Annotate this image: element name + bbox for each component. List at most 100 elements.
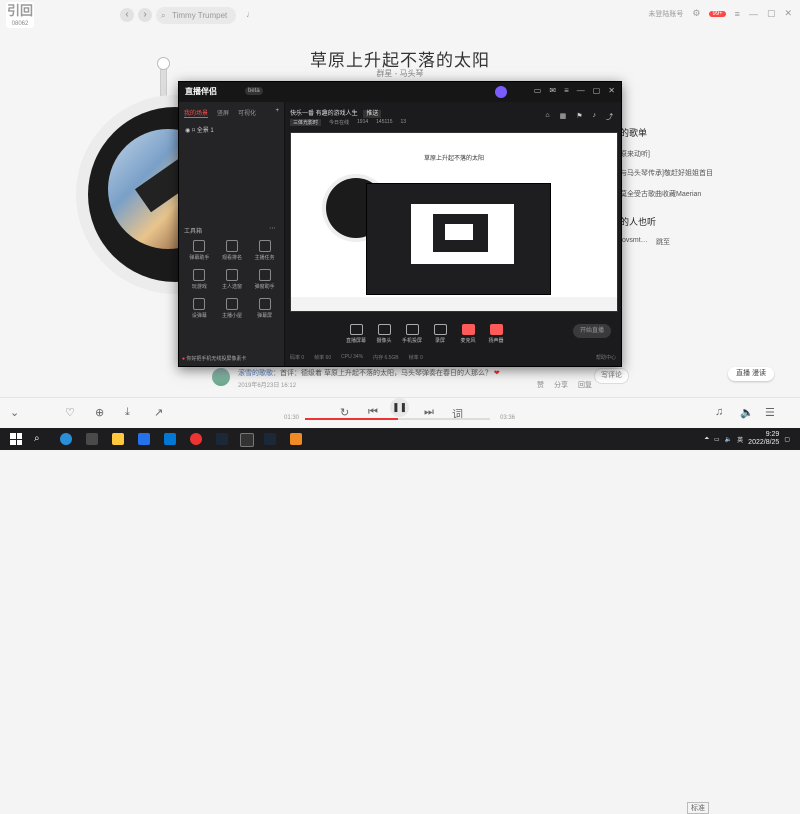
collapse-icon[interactable]: ⌄	[10, 406, 19, 419]
netease-music-icon[interactable]	[190, 433, 202, 445]
tool-icon	[193, 240, 206, 252]
toolbar-item[interactable]: 扬声器	[482, 324, 510, 344]
tab-my-scenes[interactable]: 我的场景	[184, 108, 209, 118]
pause-button[interactable]: ❚❚	[390, 398, 409, 417]
comment-text: 滚雪的歌歌：首评：德级着 草原上升起不落的太阳，马头琴弹奏在春日的人那么？ ❤	[238, 368, 618, 378]
write-comment-button[interactable]: 写评论	[594, 368, 629, 384]
network-icon[interactable]: ▭	[714, 436, 720, 443]
volume-icon[interactable]: 🔈	[725, 436, 732, 443]
notification-icon[interactable]: ▢	[784, 436, 790, 443]
forward-arrow-icon[interactable]: ›	[138, 8, 152, 22]
screen-icon[interactable]: ▭	[534, 86, 542, 95]
task-view-icon[interactable]	[86, 433, 98, 445]
bell-icon[interactable]: ♪	[593, 112, 597, 122]
folder-icon[interactable]	[112, 433, 124, 445]
toolbar-item[interactable]: 麦克风	[454, 324, 482, 344]
channel-tag[interactable]: 推送	[363, 110, 382, 118]
scene-item[interactable]: ◉ ⌑ 全景 1	[179, 121, 284, 138]
lock-icon[interactable]: ⌑	[192, 128, 195, 134]
tool-item[interactable]: 主播小屋	[216, 298, 249, 319]
toolbar-item[interactable]: 手机投屏	[398, 324, 426, 344]
edge-icon[interactable]	[60, 433, 72, 445]
share-icon[interactable]: ⤴	[606, 112, 613, 122]
toolbar-item[interactable]: 摄像头	[370, 324, 398, 344]
start-button[interactable]	[10, 433, 22, 445]
playlist-icon[interactable]: ☰	[765, 406, 775, 419]
effects-icon[interactable]: ♫	[715, 406, 723, 418]
grid-icon[interactable]: ▦	[560, 112, 567, 122]
message-badge[interactable]: 99+	[709, 10, 726, 17]
menu-icon[interactable]: ≡	[735, 9, 740, 19]
tool-item[interactable]: 主人选窗	[216, 269, 249, 290]
toolbar-item[interactable]: 录屏	[426, 324, 454, 344]
tray-icon[interactable]: ⏶	[704, 436, 709, 443]
tool-item[interactable]: 弹幕屏	[248, 298, 281, 319]
listener-item[interactable]: 跳至	[656, 237, 670, 247]
playlist-item[interactable]: 原来动听]	[620, 149, 650, 159]
tool-item[interactable]: 设弹幕	[183, 298, 216, 319]
listener-item[interactable]: ovsmt…	[622, 237, 648, 244]
eye-icon[interactable]: ◉	[185, 128, 190, 134]
download-icon[interactable]: ⤓	[125, 406, 130, 419]
toolbar-item[interactable]: 直播屏幕	[342, 324, 370, 344]
help-link[interactable]: 帮助中心	[596, 354, 616, 361]
app-logo[interactable]: 引回 08062	[6, 2, 34, 28]
reply-button[interactable]: 回复	[578, 380, 592, 390]
steam-icon[interactable]	[264, 433, 276, 445]
share-button[interactable]: 分享	[554, 380, 568, 390]
add-to-playlist-icon[interactable]: ⊕	[95, 406, 104, 419]
tool-item[interactable]: 主播任务	[248, 240, 281, 261]
tool-item[interactable]: 玩游戏	[183, 269, 216, 290]
avatar[interactable]	[495, 86, 507, 98]
shop-icon[interactable]: ⌂	[545, 112, 549, 122]
input-language[interactable]: 英	[737, 435, 743, 444]
quality-button[interactable]: 标准	[687, 802, 709, 814]
live-companion-icon[interactable]	[290, 433, 302, 445]
tab-visual[interactable]: 可视化	[238, 108, 256, 118]
clock[interactable]: 9:29 2022/8/25	[748, 431, 779, 447]
search-icon[interactable]: ⌕	[34, 433, 46, 445]
tools-more-icon[interactable]: ⋯	[269, 224, 276, 232]
tool-item[interactable]: 弹幕助手	[183, 240, 216, 261]
live-pill-button[interactable]: 直播 漫读	[728, 367, 774, 381]
steam-icon[interactable]	[216, 433, 228, 445]
mail-icon[interactable]	[138, 433, 150, 445]
speaker-icon	[489, 324, 503, 335]
flag-icon[interactable]: ⚑	[576, 112, 582, 122]
stream-preview[interactable]: 草原上升起不落的太阳	[290, 132, 618, 312]
playlist-item[interactable]: 莫全受古歌曲收藏Maerian	[620, 189, 701, 199]
stats-pill[interactable]: 三体光影时	[290, 119, 322, 126]
comment-user[interactable]: 滚雪的歌歌	[238, 370, 273, 377]
tab-portrait[interactable]: 竖屏	[217, 108, 229, 118]
store-icon[interactable]	[164, 433, 176, 445]
close-icon[interactable]: ✕	[608, 86, 615, 95]
voice-search-icon[interactable]: ♩	[246, 9, 255, 19]
tool-label: 主播任务	[254, 255, 275, 261]
playlist-item[interactable]: 与马头琴传承]敬赶好姐姐首目	[620, 168, 713, 178]
back-arrow-icon[interactable]: ‹	[120, 8, 134, 22]
close-icon[interactable]: ✕	[784, 8, 792, 19]
bottom-tip[interactable]: ● 你好把手机无线投屏像素卡	[182, 355, 246, 362]
heart-outline-icon[interactable]: ♡	[65, 406, 75, 419]
add-scene-icon[interactable]: +	[275, 108, 279, 118]
tool-item[interactable]: 弹窗助手	[248, 269, 281, 290]
tool-item[interactable]: 观看排名	[216, 240, 249, 261]
avatar[interactable]	[212, 368, 230, 386]
minimize-icon[interactable]: —	[749, 9, 758, 19]
maximize-icon[interactable]: ▢	[593, 86, 601, 95]
gear-icon[interactable]: ⚙	[692, 8, 700, 19]
menu-icon[interactable]: ≡	[564, 86, 569, 95]
song-artist[interactable]: 群星 - 马头琴	[0, 68, 800, 79]
mail-icon[interactable]: ✉	[549, 86, 556, 95]
progress-bar[interactable]	[305, 418, 490, 420]
minimize-icon[interactable]: —	[577, 86, 585, 95]
epic-icon[interactable]	[240, 433, 254, 447]
time-current: 01:30	[284, 415, 300, 421]
maximize-icon[interactable]: ▢	[767, 8, 776, 19]
search-input[interactable]: ⌕ Timmy Trumpet	[156, 7, 236, 24]
go-live-button[interactable]: 开始直播	[573, 324, 611, 338]
share-icon[interactable]: ↗	[154, 406, 163, 419]
volume-icon[interactable]: 🔈	[740, 406, 754, 419]
like-button[interactable]: 赞	[537, 380, 544, 390]
account-label[interactable]: 未登陆账号	[648, 9, 683, 19]
